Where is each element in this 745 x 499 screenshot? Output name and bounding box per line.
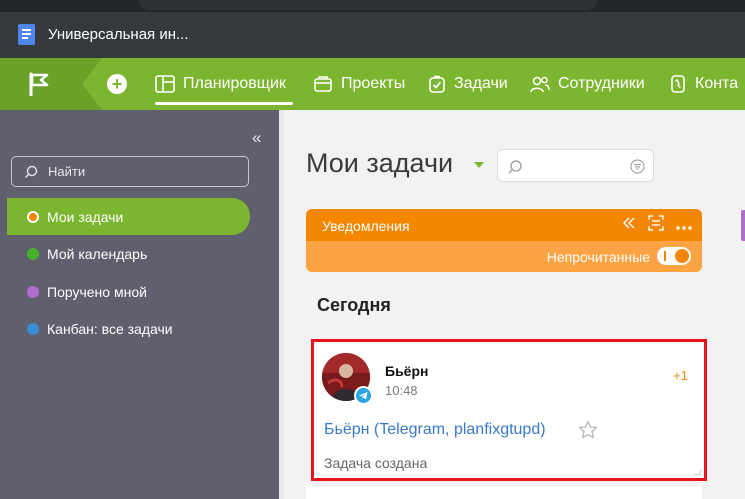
notifications-header: Уведомления	[306, 209, 702, 241]
sidebar-item-label: Поручено мной	[47, 283, 147, 300]
page-title: Мои задачи	[306, 148, 454, 178]
nav-notch	[82, 58, 102, 110]
nav-employees[interactable]: Сотрудники	[530, 58, 645, 110]
green-dot-icon	[27, 247, 39, 260]
window-title: Универсальная ин...	[48, 26, 189, 43]
logo-area[interactable]	[0, 58, 82, 110]
nav-tasks[interactable]: Задачи	[428, 58, 508, 110]
section-today-heading: Сегодня	[317, 295, 391, 315]
chevron-down-icon[interactable]	[474, 162, 484, 168]
toggle-knob	[675, 249, 689, 263]
orange-dot-icon	[27, 210, 39, 223]
notifications-filter-bar: Непрочитанные	[306, 241, 702, 272]
telegram-badge	[354, 386, 373, 405]
app-titlebar: Универсальная ин...	[0, 12, 745, 58]
unread-label: Непрочитанные	[546, 249, 650, 265]
purple-dot-icon	[27, 285, 39, 298]
unread-toggle[interactable]	[657, 247, 691, 265]
sidebar-item-label: Канбан: все задачи	[47, 320, 173, 337]
blue-dot-icon	[27, 322, 39, 335]
filter-icon[interactable]	[630, 159, 645, 179]
main-divider	[279, 110, 284, 499]
nav-contacts-label: Конта	[695, 75, 739, 92]
add-button[interactable]: +	[107, 74, 127, 94]
notifications-title: Уведомления	[322, 218, 410, 234]
extra-count-badge[interactable]: +1	[673, 368, 688, 383]
scan-icon[interactable]	[648, 215, 664, 236]
tasks-icon	[428, 75, 446, 93]
sidebar-item-assigned-by-me[interactable]: Поручено мной	[7, 273, 250, 310]
sidebar-item-kanban[interactable]: Канбан: все задачи	[7, 310, 250, 347]
timestamp: 10:48	[385, 383, 418, 398]
document-icon	[18, 24, 35, 45]
collapse-left-icon[interactable]	[622, 216, 636, 235]
nav-contacts[interactable]: Конта	[669, 58, 738, 110]
search-icon	[24, 165, 38, 184]
projects-icon	[313, 75, 333, 93]
planfix-logo-icon	[29, 72, 49, 96]
sidebar: « Найти Мои задачи Мой календарь Поручен…	[0, 110, 279, 499]
sidebar-item-label: Мой календарь	[47, 245, 148, 262]
nav-planner-label: Планировщик	[183, 75, 286, 92]
top-navigation: + Планировщик Проекты Задачи Сотрудники …	[0, 58, 745, 110]
employees-icon	[530, 75, 550, 93]
sidebar-item-label: Мои задачи	[47, 208, 124, 225]
nav-projects[interactable]: Проекты	[313, 58, 405, 110]
nav-employees-label: Сотрудники	[558, 75, 645, 92]
contacts-icon	[669, 75, 687, 93]
more-options-icon[interactable]	[676, 217, 692, 235]
notifications-toolbar	[622, 215, 692, 236]
toggle-on-mark	[664, 251, 666, 261]
nav-projects-label: Проекты	[341, 75, 406, 92]
task-status-text: Задача создана	[324, 455, 428, 471]
task-search-input[interactable]	[497, 149, 654, 182]
next-column-edge	[741, 210, 745, 241]
next-card-edge	[306, 486, 702, 499]
sidebar-item-my-calendar[interactable]: Мой календарь	[7, 235, 250, 272]
star-icon[interactable]	[578, 420, 598, 444]
nav-tasks-label: Задачи	[454, 75, 508, 92]
resize-handle-icon	[693, 469, 703, 475]
telegram-icon	[356, 388, 371, 403]
task-title-link[interactable]: Бьёрн (Telegram, planfixgtupd)	[324, 421, 546, 439]
sidebar-item-my-tasks[interactable]: Мои задачи	[7, 198, 250, 235]
sidebar-search-input[interactable]: Найти	[11, 156, 249, 187]
collapse-sidebar-button[interactable]: «	[252, 128, 261, 148]
search-placeholder: Найти	[48, 164, 86, 179]
search-icon	[507, 159, 523, 180]
active-nav-indicator	[155, 102, 293, 105]
notification-card[interactable]: Бьёрн 10:48 +1 Бьёрн (Telegram, planfixg…	[311, 339, 707, 481]
author-name: Бьёрн	[385, 363, 429, 379]
address-bar[interactable]	[138, 0, 598, 10]
planner-icon	[155, 75, 175, 93]
